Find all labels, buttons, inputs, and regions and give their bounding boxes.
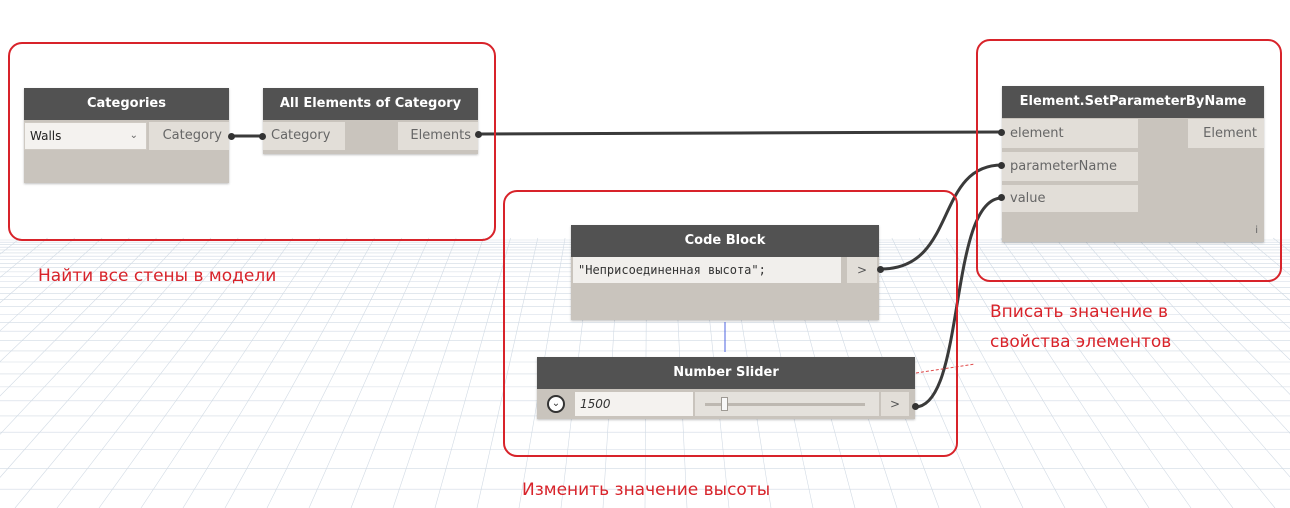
set-parameter-node-title: Element.SetParameterByName [1002,86,1264,118]
output-port-dot[interactable] [475,131,482,138]
annotation-find-walls: Найти все стены в модели [38,266,277,286]
code-block-node[interactable]: Code Block "Неприсоединенная высота"; > [571,225,884,320]
categories-output-category[interactable]: Category [149,122,229,150]
category-dropdown[interactable]: Walls ⌄ [24,122,147,150]
output-port-dot[interactable] [912,403,919,410]
output-port-dot[interactable] [877,266,884,273]
input-port-dot[interactable] [998,162,1005,169]
all-elements-node-title: All Elements of Category [263,88,478,120]
input-port-dot[interactable] [998,194,1005,201]
slider-track-area[interactable] [695,392,879,416]
slider-value-field[interactable]: 1500 [575,392,693,416]
wire-elements-to-element[interactable] [479,130,1003,136]
output-port-dot[interactable] [228,133,235,140]
annotation-write-value-line1: Вписать значение в [990,302,1169,322]
code-block-node-title: Code Block [571,225,879,257]
number-slider-node-title: Number Slider [537,357,915,389]
set-parameter-node[interactable]: Element.SetParameterByName element param… [998,86,1264,242]
slider-handle[interactable] [721,397,728,411]
category-dropdown-value: Walls [30,129,62,143]
categories-node-title: Categories [24,88,229,120]
all-elements-output-elements[interactable]: Elements [398,122,478,150]
annotation-write-value-line2: свойства элементов [990,332,1172,352]
set-param-input-value[interactable]: value [1002,185,1138,212]
info-mark: i [1255,225,1258,236]
input-port-dot[interactable] [259,133,266,140]
set-param-output-element[interactable]: Element [1188,119,1264,148]
all-elements-node[interactable]: All Elements of Category Category Elemen… [259,88,482,154]
set-param-input-parametername[interactable]: parameterName [1002,152,1138,181]
code-block-editor[interactable]: "Неприсоединенная высота"; [573,257,841,283]
all-elements-input-category[interactable]: Category [263,122,345,150]
set-param-input-element[interactable]: element [1002,119,1138,148]
code-block-output-port[interactable]: > [847,257,877,283]
number-slider-node[interactable]: Number Slider ⌄ 1500 > [537,357,919,419]
categories-node[interactable]: Categories Walls ⌄ Category [24,88,235,183]
collapse-toggle-icon[interactable]: ⌄ [547,395,565,413]
input-port-dot[interactable] [998,129,1005,136]
slider-track[interactable] [705,403,865,406]
slider-output-port[interactable]: > [881,392,909,416]
chevron-down-icon: ⌄ [129,130,138,141]
annotation-change-height: Изменить значение высоты [522,480,771,500]
